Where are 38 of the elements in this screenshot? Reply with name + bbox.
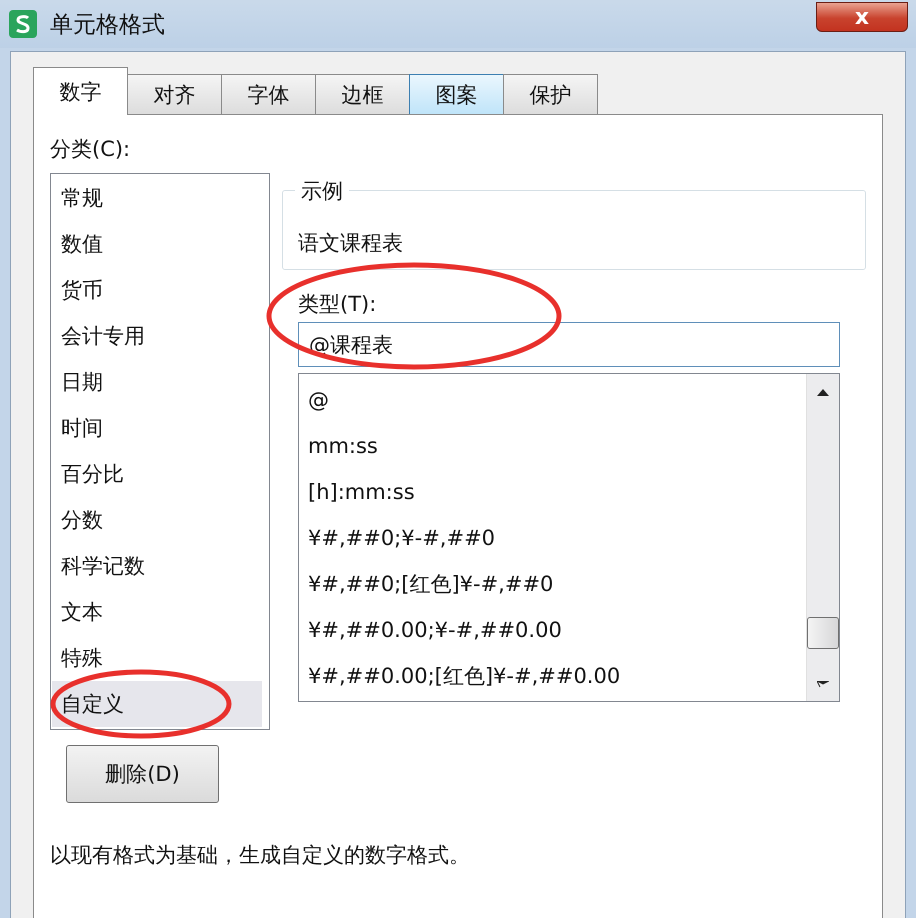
category-item[interactable]: 时间 (52, 405, 262, 451)
format-item[interactable]: ¥#,##0.00;[红色]¥-#,##0.00 (299, 653, 806, 699)
tab[interactable]: 数字 (33, 67, 128, 115)
format-item[interactable]: @ (299, 377, 806, 423)
category-item[interactable]: 会计专用 (52, 313, 262, 359)
format-item[interactable]: mm:ss (299, 423, 806, 469)
tab[interactable]: 保护 (503, 74, 598, 114)
category-item[interactable]: 百分比 (52, 451, 262, 497)
category-item[interactable]: 自定义 (52, 681, 262, 727)
tab[interactable]: 边框 (315, 74, 410, 114)
category-item[interactable]: 货币 (52, 267, 262, 313)
delete-button[interactable]: 删除(D) (66, 745, 219, 803)
format-item[interactable]: [h]:mm:ss (299, 469, 806, 515)
scrollbar[interactable] (806, 374, 839, 701)
scroll-up-icon[interactable] (817, 388, 829, 396)
category-item[interactable]: 常规 (52, 175, 262, 221)
app-logo-icon (8, 9, 38, 39)
category-list[interactable]: 常规 数值 货币 会计专用 日期 时间 百分比 分数 科学记数 文本 特殊 自定义 (50, 173, 270, 730)
tab[interactable]: 图案 (409, 74, 504, 114)
category-item[interactable]: 科学记数 (52, 543, 262, 589)
category-item[interactable]: 特殊 (52, 635, 262, 681)
close-button[interactable]: x (816, 2, 908, 32)
category-item[interactable]: 分数 (52, 497, 262, 543)
format-item[interactable]: ¥#,##0.00;¥-#,##0.00 (299, 607, 806, 653)
format-list[interactable]: @ mm:ss [h]:mm:ss ¥#,##0;¥-#,##0 ¥#,##0;[红色]¥-#,##0 ¥#,##0.00;¥-#,##0.00 ¥#,##0.00;[红色]¥-#,##0.00 (298, 373, 840, 702)
scroll-thumb[interactable] (807, 617, 839, 649)
tab[interactable]: 字体 (221, 74, 316, 114)
category-item[interactable]: 日期 (52, 359, 262, 405)
tab[interactable]: 对齐 (127, 74, 222, 114)
scroll-down-icon[interactable] (817, 681, 829, 689)
category-item[interactable]: 数值 (52, 221, 262, 267)
category-item[interactable]: 文本 (52, 589, 262, 635)
description-text: 以现有格式为基础，生成自定义的数字格式。 (50, 842, 471, 869)
format-item[interactable]: ¥#,##0;¥-#,##0 (299, 515, 806, 561)
sample-value: 语文课程表 (298, 231, 403, 255)
window-title: 单元格格式 (50, 10, 166, 40)
category-label: 分类(C): (50, 136, 132, 159)
format-item[interactable]: ¥#,##0;[红色]¥-#,##0 (299, 561, 806, 607)
